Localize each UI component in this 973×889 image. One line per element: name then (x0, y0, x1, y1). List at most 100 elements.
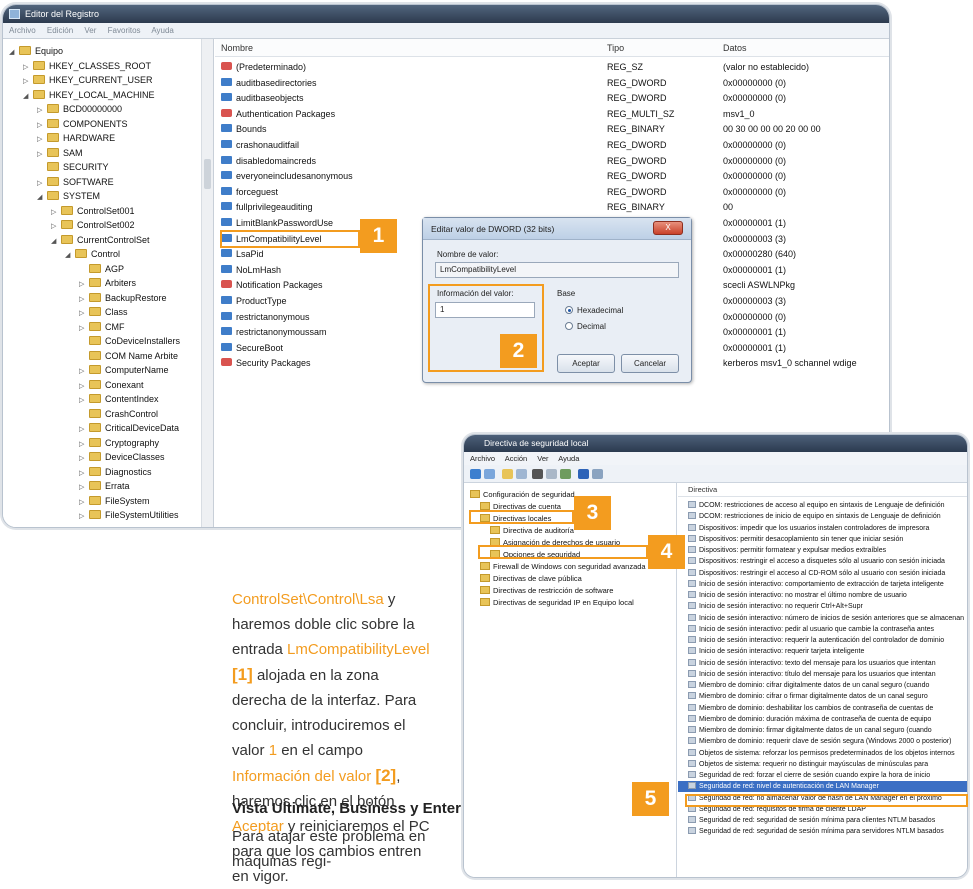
policy-row[interactable]: Seguridad de red: seguridad de sesión mí… (678, 826, 967, 837)
value-row[interactable]: Bounds REG_BINARY 00 30 00 00 00 20 00 00 (215, 122, 889, 138)
policy-row[interactable]: Dispositivos: permitir desacoplamiento s… (678, 534, 967, 545)
sec-menu-accion[interactable]: Acción (505, 454, 528, 463)
tree-item[interactable]: ▷ DeviceClasses (79, 449, 165, 465)
value-row[interactable]: forceguest REG_DWORD 0x00000000 (0) (215, 185, 889, 201)
tree-item[interactable]: ▷ FileSystemUtilities (79, 507, 179, 523)
radio-dec[interactable] (565, 322, 573, 330)
tree-item[interactable]: ▷ ContentIndex (79, 391, 159, 407)
properties-icon[interactable] (516, 469, 527, 479)
tree-item[interactable]: ◢ SYSTEM (37, 188, 100, 204)
menu-ver[interactable]: Ver (84, 26, 96, 35)
value-row[interactable]: Authentication Packages REG_MULTI_SZ msv1_… (215, 107, 889, 123)
tree-item[interactable]: ▷ BackupRestore (79, 290, 167, 306)
menu-edicion[interactable]: Edición (47, 26, 73, 35)
policy-row[interactable]: Objetos de sistema: reforzar los permiso… (678, 748, 967, 759)
radio-hex[interactable] (565, 306, 573, 314)
collapsed-arrow-icon[interactable]: ▷ (79, 364, 87, 380)
cancel-button[interactable]: Cancelar (621, 354, 679, 373)
tree-item[interactable]: ◢ CurrentControlSet (51, 232, 150, 248)
collapsed-arrow-icon[interactable]: ▷ (79, 480, 87, 496)
policy-row[interactable]: Dispositivos: impedir que los usuarios i… (678, 523, 967, 534)
tree-scroll-thumb[interactable] (204, 159, 211, 189)
policy-row[interactable]: DCOM: restricciones de inicio de equipo … (678, 511, 967, 522)
sec-menu-ayuda[interactable]: Ayuda (558, 454, 579, 463)
forward-icon[interactable] (484, 469, 495, 479)
policy-row[interactable]: Seguridad de red: forzar el cierre de se… (678, 770, 967, 781)
sec-menu-ver[interactable]: Ver (537, 454, 548, 463)
policy-row[interactable]: Miembro de dominio: duración máxima de c… (678, 714, 967, 725)
secpol-tree[interactable]: Configuración de seguridad Directivas de … (464, 483, 677, 877)
policy-row[interactable]: Dispositivos: restringir el acceso al CD… (678, 568, 967, 579)
policy-row[interactable]: Inicio de sesión interactivo: texto del … (678, 658, 967, 669)
registry-tree[interactable]: ▷ FileSystemUtilities ▷ FileSystem ▷ Errata ▷ D… (3, 39, 214, 527)
policy-row[interactable]: Miembro de dominio: deshabilitar los cam… (678, 703, 967, 714)
expanded-arrow-icon[interactable]: ◢ (51, 234, 59, 250)
dec-option[interactable]: Decimal (565, 322, 606, 331)
value-row[interactable]: everyoneincludesanonymous REG_DWORD 0x0000… (215, 169, 889, 185)
tree-item[interactable]: ▷ Diagnostics (79, 464, 152, 480)
close-button[interactable]: X (653, 221, 683, 235)
policy-row[interactable]: Inicio de sesión interactivo: pedir al u… (678, 624, 967, 635)
collapsed-arrow-icon[interactable]: ▷ (79, 321, 87, 337)
value-row[interactable]: crashonauditfail REG_DWORD 0x00000000 (0) (215, 138, 889, 154)
collapsed-arrow-icon[interactable]: ▷ (51, 219, 59, 235)
menu-archivo[interactable]: Archivo (9, 26, 36, 35)
collapsed-arrow-icon[interactable]: ▷ (51, 205, 59, 221)
collapsed-arrow-icon[interactable]: ▷ (79, 451, 87, 467)
policy-row[interactable]: Miembro de dominio: firmar digitalmente … (678, 725, 967, 736)
sec-menu-archivo[interactable]: Archivo (470, 454, 495, 463)
col-nombre[interactable]: Nombre (221, 43, 253, 53)
view-icon[interactable] (546, 469, 557, 479)
collapsed-arrow-icon[interactable]: ▷ (79, 306, 87, 322)
tree-item[interactable]: ▷ Arbiters (79, 275, 136, 291)
policy-row[interactable]: Inicio de sesión interactivo: título del… (678, 669, 967, 680)
value-row[interactable]: auditbaseobjects REG_DWORD 0x00000000 (0) (215, 91, 889, 107)
policy-row[interactable]: Inicio de sesión interactivo: requerir l… (678, 635, 967, 646)
collapsed-arrow-icon[interactable]: ▷ (37, 118, 45, 134)
secpol-tree-item[interactable]: Directivas de restricción de software (480, 585, 675, 597)
collapsed-arrow-icon[interactable]: ▷ (37, 103, 45, 119)
policy-row[interactable]: Miembro de dominio: requerir clave de se… (678, 736, 967, 747)
tree-item[interactable]: ▷ ComputerName (79, 362, 169, 378)
menu-ayuda[interactable]: Ayuda (151, 26, 174, 35)
tree-item[interactable]: ▷ SOFTWARE (37, 174, 114, 190)
tree-scrollbar[interactable] (201, 39, 213, 527)
collapsed-arrow-icon[interactable]: ▷ (79, 393, 87, 409)
collapsed-arrow-icon[interactable]: ▷ (79, 466, 87, 482)
tree-item[interactable]: ▷ ControlSet002 (51, 217, 135, 233)
policy-row[interactable]: Inicio de sesión interactivo: número de … (678, 613, 967, 624)
expanded-arrow-icon[interactable]: ◢ (37, 190, 45, 206)
refresh-icon[interactable] (560, 469, 571, 479)
tree-item[interactable]: ▷ BCD00000000 (37, 101, 122, 117)
tree-item[interactable]: CrashControl (79, 406, 158, 422)
collapsed-arrow-icon[interactable]: ▷ (23, 60, 31, 76)
tree-item[interactable]: ◢ Equipo (9, 43, 63, 59)
tree-item[interactable]: ▷ CriticalDeviceData (79, 420, 179, 436)
secpol-tree-item[interactable]: Directivas de clave pública (480, 573, 675, 585)
console-icon[interactable] (592, 469, 603, 479)
expanded-arrow-icon[interactable]: ◢ (65, 248, 73, 264)
collapsed-arrow-icon[interactable]: ▷ (37, 132, 45, 148)
secpol-tree-item[interactable]: Firewall de Windows con seguridad avanza… (480, 561, 675, 573)
tree-item[interactable]: ▷ HARDWARE (37, 130, 115, 146)
policy-row[interactable]: Dispositivos: restringir el acceso a dis… (678, 556, 967, 567)
collapsed-arrow-icon[interactable]: ▷ (37, 176, 45, 192)
value-row[interactable]: fullprivilegeauditing REG_BINARY 00 (215, 200, 889, 216)
policy-row[interactable]: Miembro de dominio: cifrar o firmar digi… (678, 691, 967, 702)
policy-header[interactable]: Directiva (678, 483, 967, 497)
policy-row[interactable]: Inicio de sesión interactivo: no requeri… (678, 601, 967, 612)
help-icon[interactable] (578, 469, 589, 479)
hex-option[interactable]: Hexadecimal (565, 306, 623, 315)
up-folder-icon[interactable] (502, 469, 513, 479)
collapsed-arrow-icon[interactable]: ▷ (79, 437, 87, 453)
tree-item[interactable]: ▷ ControlSet001 (51, 203, 135, 219)
policy-row[interactable]: Objetos de sistema: requerir no distingu… (678, 759, 967, 770)
policy-row[interactable]: DCOM: restricciones de acceso al equipo … (678, 500, 967, 511)
tree-item[interactable]: CoDeviceInstallers (79, 333, 180, 349)
collapsed-arrow-icon[interactable]: ▷ (37, 147, 45, 163)
policy-row[interactable]: Inicio de sesión interactivo: comportami… (678, 579, 967, 590)
tree-item[interactable]: ▷ HKEY_CURRENT_USER (23, 72, 153, 88)
menu-favoritos[interactable]: Favoritos (108, 26, 141, 35)
policy-row[interactable]: Inicio de sesión interactivo: requerir t… (678, 646, 967, 657)
collapsed-arrow-icon[interactable]: ▷ (23, 74, 31, 90)
